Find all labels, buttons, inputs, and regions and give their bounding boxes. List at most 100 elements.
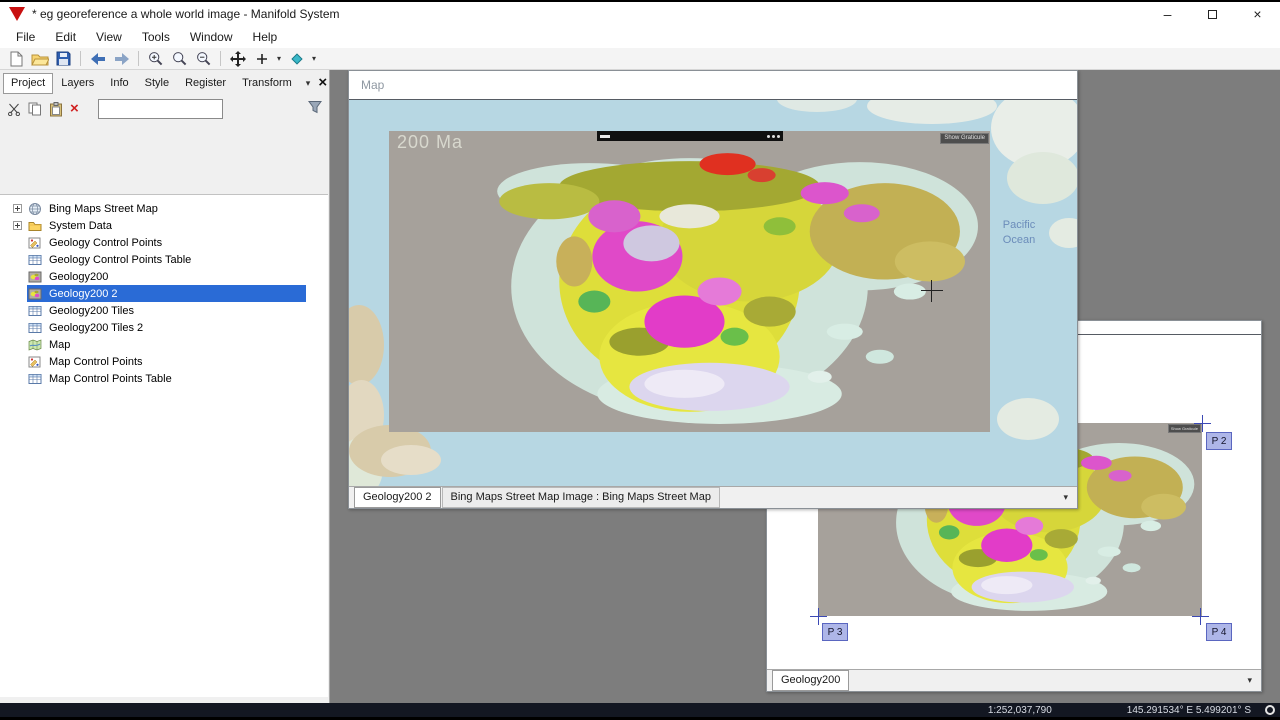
back-button[interactable]	[86, 49, 109, 69]
toolbar-separator	[80, 51, 81, 66]
zoom-in-button[interactable]	[144, 49, 167, 69]
toolbar-separator	[220, 51, 221, 66]
tab-transform[interactable]: Transform	[234, 73, 300, 94]
minimize-button[interactable]: –	[1145, 2, 1190, 26]
tab-geology200-2-layer[interactable]: Geology200 2	[354, 487, 441, 508]
pane-tab-strip: Project Layers Info Style Register Trans…	[0, 70, 329, 94]
menu-bar: File Edit View Tools Window Help	[0, 26, 1280, 48]
menu-help[interactable]: Help	[243, 27, 288, 47]
new-document-button[interactable]	[4, 49, 27, 69]
tree-item-map-control-points-table[interactable]: Map Control Points Table	[0, 370, 328, 387]
tree-item-geology-control-points-table[interactable]: Geology Control Points Table	[0, 251, 328, 268]
basemap-land	[349, 305, 384, 385]
default-tool-button[interactable]	[250, 49, 273, 69]
tree-item-system-data[interactable]: System Data	[0, 217, 328, 234]
maximize-button[interactable]	[1190, 2, 1235, 26]
tree-item-geology-control-points[interactable]: Geology Control Points	[0, 234, 328, 251]
toolbar-separator	[138, 51, 139, 66]
tab-project[interactable]: Project	[3, 72, 54, 94]
tree-item-map[interactable]: Map	[0, 336, 328, 353]
map-canvas[interactable]: Pacific Ocean 200 Ma Show Graticule	[349, 100, 1077, 486]
table-icon	[28, 373, 42, 384]
control-point-label-p2[interactable]: P 2	[1206, 432, 1232, 450]
title-bar[interactable]: * eg georeference a whole world image - …	[0, 2, 1280, 26]
cursor-coordinates: 145.291534° E 5.499201° S	[1126, 704, 1251, 716]
tree-item-label: Map	[49, 338, 71, 351]
save-button[interactable]	[52, 49, 75, 69]
tree-item-geology200-2[interactable]: Geology200 2	[0, 285, 328, 302]
pan-button[interactable]	[226, 49, 249, 69]
menu-view[interactable]: View	[86, 27, 132, 47]
open-button[interactable]	[28, 49, 51, 69]
filter-button[interactable]	[308, 100, 322, 119]
menu-file[interactable]: File	[6, 27, 45, 47]
tree-item-content: Bing Maps Street Map	[27, 200, 306, 217]
tree-item-geology200-tiles-2[interactable]: Geology200 Tiles 2	[0, 319, 328, 336]
tree-item-label: Geology200	[49, 270, 109, 283]
forward-button[interactable]	[110, 49, 133, 69]
control-point-label-p4[interactable]: P 4	[1206, 623, 1232, 641]
tab-register[interactable]: Register	[177, 73, 234, 94]
tree-item-content: Geology200 2	[27, 285, 306, 302]
map-window-title: Map	[361, 78, 385, 92]
tab-geology200[interactable]: Geology200	[772, 670, 850, 691]
age-label: 200 Ma	[397, 132, 464, 152]
workspace: Show Graticule P 2 P 3 P 4 Geology200 ▾ …	[330, 70, 1280, 703]
control-point-marker-p2[interactable]	[1194, 415, 1211, 432]
paste-icon[interactable]	[49, 101, 63, 117]
tree-item-label: System Data	[49, 219, 112, 232]
timeline-scrubber[interactable]	[597, 131, 783, 141]
zoom-fit-button[interactable]	[168, 49, 191, 69]
copy-icon[interactable]	[28, 102, 42, 116]
tree-item-content: Geology200 Tiles 2	[27, 319, 306, 336]
close-button[interactable]: ×	[1235, 2, 1280, 26]
status-bar: 1:252,037,790 145.291534° E 5.499201° S	[0, 703, 1280, 717]
tree-item-content: Geology Control Points	[27, 234, 306, 251]
geology200-2-image-layer[interactable]: 200 Ma Show Graticule	[389, 131, 990, 432]
tab-layers[interactable]: Layers	[53, 73, 102, 94]
control-point-label-p3[interactable]: P 3	[822, 623, 848, 641]
tab-info[interactable]: Info	[102, 73, 136, 94]
snap-diamond-icon	[290, 52, 303, 65]
window-controls: – ×	[1145, 2, 1280, 26]
tree-item-label: Geology200 2	[49, 287, 118, 300]
tab-bing-maps-layer[interactable]: Bing Maps Street Map Image : Bing Maps S…	[441, 487, 720, 508]
pane-toolbar: ×	[0, 94, 329, 124]
tree-item-label: Geology Control Points	[49, 236, 163, 249]
tree-item-content: Map Control Points	[27, 353, 306, 370]
show-graticule-button[interactable]: Show Graticule	[940, 133, 989, 144]
zoom-out-button[interactable]	[192, 49, 215, 69]
search-input[interactable]	[97, 99, 223, 119]
tree-item-label: Map Control Points	[49, 355, 143, 368]
pane-tabs-dropdown[interactable]: ▾	[300, 78, 317, 89]
menu-window[interactable]: Window	[180, 27, 243, 47]
map-window-tabs-dropdown[interactable]: ▾	[1063, 492, 1068, 503]
scrubber-buttons[interactable]	[767, 134, 780, 138]
tree-item-geology200[interactable]: Geology200	[0, 268, 328, 285]
map-scale: 1:252,037,790	[987, 704, 1052, 716]
tree-item-map-control-points[interactable]: Map Control Points	[0, 353, 328, 370]
tree-item-content: System Data	[27, 217, 306, 234]
tree-item-bing-maps-street-map[interactable]: Bing Maps Street Map	[0, 200, 328, 217]
menu-edit[interactable]: Edit	[45, 27, 86, 47]
delete-button[interactable]: ×	[70, 101, 79, 116]
expand-plus-icon[interactable]	[13, 204, 22, 213]
crosshair-cursor	[921, 280, 943, 302]
map-window[interactable]: Map Pacific Ocean 200 Ma Show Graticule …	[348, 70, 1078, 509]
tree-item-geology200-tiles[interactable]: Geology200 Tiles	[0, 302, 328, 319]
scrubber-handle[interactable]	[600, 134, 610, 138]
snap-tool-button[interactable]	[285, 49, 308, 69]
expand-plus-icon[interactable]	[13, 221, 22, 230]
snap-dropdown[interactable]: ▾	[309, 54, 319, 63]
map-window-title-bar[interactable]: Map	[349, 71, 1077, 100]
tree-item-label: Bing Maps Street Map	[49, 202, 158, 215]
cut-icon[interactable]	[7, 102, 21, 116]
image-window-tabs-dropdown[interactable]: ▾	[1247, 675, 1252, 686]
tool-dropdown[interactable]: ▾	[274, 54, 284, 63]
tab-style[interactable]: Style	[137, 73, 177, 94]
status-circle-icon	[1265, 705, 1275, 715]
tree-item-label: Geology200 Tiles 2	[49, 321, 144, 334]
new-document-icon	[10, 51, 23, 66]
tree-item-content: Geology200 Tiles	[27, 302, 306, 319]
menu-tools[interactable]: Tools	[132, 27, 180, 47]
